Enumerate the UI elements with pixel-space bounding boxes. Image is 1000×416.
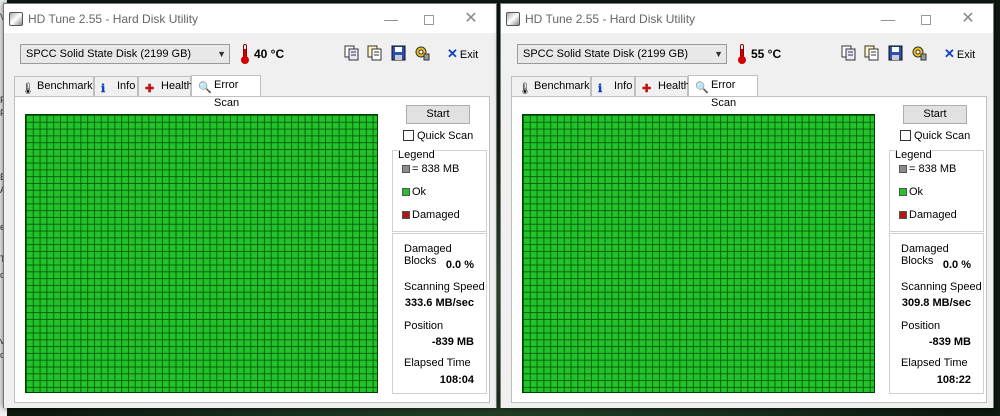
red-block-swatch xyxy=(899,211,907,219)
stats-group: Damaged Blocks 0.0 % Scanning Speed 333.… xyxy=(392,233,487,394)
legend-block-size: = 838 MB xyxy=(402,163,459,175)
tab-benchmark[interactable]: 🌡 Benchmark xyxy=(511,76,591,96)
maximize-button[interactable] xyxy=(412,8,446,30)
stats-group: Damaged Blocks 0.0 % Scanning Speed 309.… xyxy=(889,233,984,394)
toolbar: SPCC Solid State Disk (2199 GB) ▼ 55 °C xyxy=(501,33,993,75)
quick-scan-label: Quick Scan xyxy=(914,130,971,142)
temperature-value: 55 °C xyxy=(751,47,782,61)
copy-info-icon[interactable] xyxy=(841,45,856,61)
tab-info[interactable]: ℹ Info xyxy=(591,76,635,96)
exit-label: Exit xyxy=(459,49,479,61)
hdtune-app-icon xyxy=(506,12,520,26)
maximize-button[interactable] xyxy=(909,8,943,30)
legend-damaged: Damaged xyxy=(899,209,957,221)
elapsed-time-label: Elapsed Time xyxy=(901,357,968,369)
hdtune-app-icon xyxy=(9,12,23,26)
thermometer-icon xyxy=(737,44,746,64)
scanning-speed-value: 333.6 MB/sec xyxy=(404,297,474,309)
damaged-blocks-value: 0.0 % xyxy=(445,259,474,271)
options-icon[interactable] xyxy=(415,45,430,61)
hdtune-window-1: HD Tune 2.55 - Hard Disk Utility — ✕ SPC… xyxy=(3,3,497,408)
toolbar: SPCC Solid State Disk (2199 GB) ▼ 40 °C xyxy=(4,33,496,75)
position-label: Position xyxy=(901,320,941,332)
legend-ok: Ok xyxy=(402,186,426,198)
magnifier-icon: 🔍 xyxy=(695,82,709,94)
checkbox-box xyxy=(403,130,414,141)
legend-title: Legend xyxy=(895,149,932,161)
legend-block-size: = 838 MB xyxy=(899,163,956,175)
copy-all-icon[interactable] xyxy=(864,45,879,61)
window-client: SPCC Solid State Disk (2199 GB) ▼ 40 °C xyxy=(4,33,496,408)
elapsed-time-value: 108:04 xyxy=(439,374,474,386)
tab-benchmark[interactable]: 🌡 Benchmark xyxy=(14,76,94,96)
quick-scan-checkbox[interactable]: Quick Scan xyxy=(403,130,473,142)
scan-block-grid xyxy=(522,114,875,393)
quick-scan-label: Quick Scan xyxy=(417,130,474,142)
save-icon[interactable] xyxy=(888,45,903,61)
thermometer-icon xyxy=(240,44,249,64)
position-value: -839 MB xyxy=(431,336,474,348)
magnifier-icon: 🔍 xyxy=(198,82,212,94)
legend-group: Legend = 838 MB Ok Damaged xyxy=(392,149,487,232)
minimize-button[interactable]: — xyxy=(871,8,905,30)
chevron-down-icon: ▼ xyxy=(714,49,723,59)
gray-block-swatch xyxy=(899,165,907,173)
title-bar[interactable]: HD Tune 2.55 - Hard Disk Utility — ✕ xyxy=(4,4,496,33)
copy-info-icon[interactable] xyxy=(344,45,359,61)
start-button[interactable]: Start xyxy=(903,105,967,124)
close-button[interactable]: ✕ xyxy=(454,8,488,30)
chevron-down-icon: ▼ xyxy=(217,49,226,59)
window-title: HD Tune 2.55 - Hard Disk Utility xyxy=(28,12,199,26)
scan-block-grid xyxy=(25,114,378,393)
legend-ok: Ok xyxy=(899,186,923,198)
start-button[interactable]: Start xyxy=(406,105,470,124)
checkbox-box xyxy=(900,130,911,141)
tab-health[interactable]: ✚ Health xyxy=(138,76,193,96)
green-block-swatch xyxy=(899,188,907,196)
legend-title: Legend xyxy=(398,149,435,161)
close-button[interactable]: ✕ xyxy=(951,8,985,30)
tab-info[interactable]: ℹ Info xyxy=(94,76,138,96)
elapsed-time-label: Elapsed Time xyxy=(404,357,471,369)
exit-label: Exit xyxy=(956,49,976,61)
minimize-button[interactable]: — xyxy=(374,8,408,30)
elapsed-time-value: 108:22 xyxy=(936,374,971,386)
legend-damaged: Damaged xyxy=(402,209,460,221)
drive-select[interactable]: SPCC Solid State Disk (2199 GB) ▼ xyxy=(517,44,727,64)
error-scan-panel: Start Quick Scan Legend = 838 MB Ok Dama… xyxy=(14,96,490,403)
exit-x-icon: ✕ xyxy=(944,46,955,61)
tab-error-scan[interactable]: 🔍 Error Scan xyxy=(688,75,758,109)
options-icon[interactable] xyxy=(912,45,927,61)
red-block-swatch xyxy=(402,211,410,219)
title-bar[interactable]: HD Tune 2.55 - Hard Disk Utility — ✕ xyxy=(501,4,993,33)
drive-select[interactable]: SPCC Solid State Disk (2199 GB) ▼ xyxy=(20,44,230,64)
scanning-speed-label: Scanning Speed xyxy=(404,281,485,293)
window-title: HD Tune 2.55 - Hard Disk Utility xyxy=(525,12,696,26)
exit-button[interactable]: ✕ Exit xyxy=(944,46,975,62)
drive-select-value: SPCC Solid State Disk (2199 GB) xyxy=(523,48,689,60)
drive-select-value: SPCC Solid State Disk (2199 GB) xyxy=(26,48,192,60)
error-scan-panel: Start Quick Scan Legend = 838 MB Ok Dama… xyxy=(511,96,987,403)
legend-group: Legend = 838 MB Ok Damaged xyxy=(889,149,984,232)
scanning-speed-value: 309.8 MB/sec xyxy=(901,297,971,309)
copy-all-icon[interactable] xyxy=(367,45,382,61)
gray-block-swatch xyxy=(402,165,410,173)
position-value: -839 MB xyxy=(928,336,971,348)
exit-button[interactable]: ✕ Exit xyxy=(447,46,478,62)
tab-health[interactable]: ✚ Health xyxy=(635,76,690,96)
position-label: Position xyxy=(404,320,444,332)
hdtune-window-2: HD Tune 2.55 - Hard Disk Utility — ✕ SPC… xyxy=(500,3,994,408)
scanning-speed-label: Scanning Speed xyxy=(901,281,982,293)
save-icon[interactable] xyxy=(391,45,406,61)
quick-scan-checkbox[interactable]: Quick Scan xyxy=(900,130,970,142)
temperature-value: 40 °C xyxy=(254,47,285,61)
exit-x-icon: ✕ xyxy=(447,46,458,61)
window-client: SPCC Solid State Disk (2199 GB) ▼ 55 °C xyxy=(501,33,993,408)
green-block-swatch xyxy=(402,188,410,196)
damaged-blocks-value: 0.0 % xyxy=(942,259,971,271)
tab-error-scan[interactable]: 🔍 Error Scan xyxy=(191,75,261,109)
